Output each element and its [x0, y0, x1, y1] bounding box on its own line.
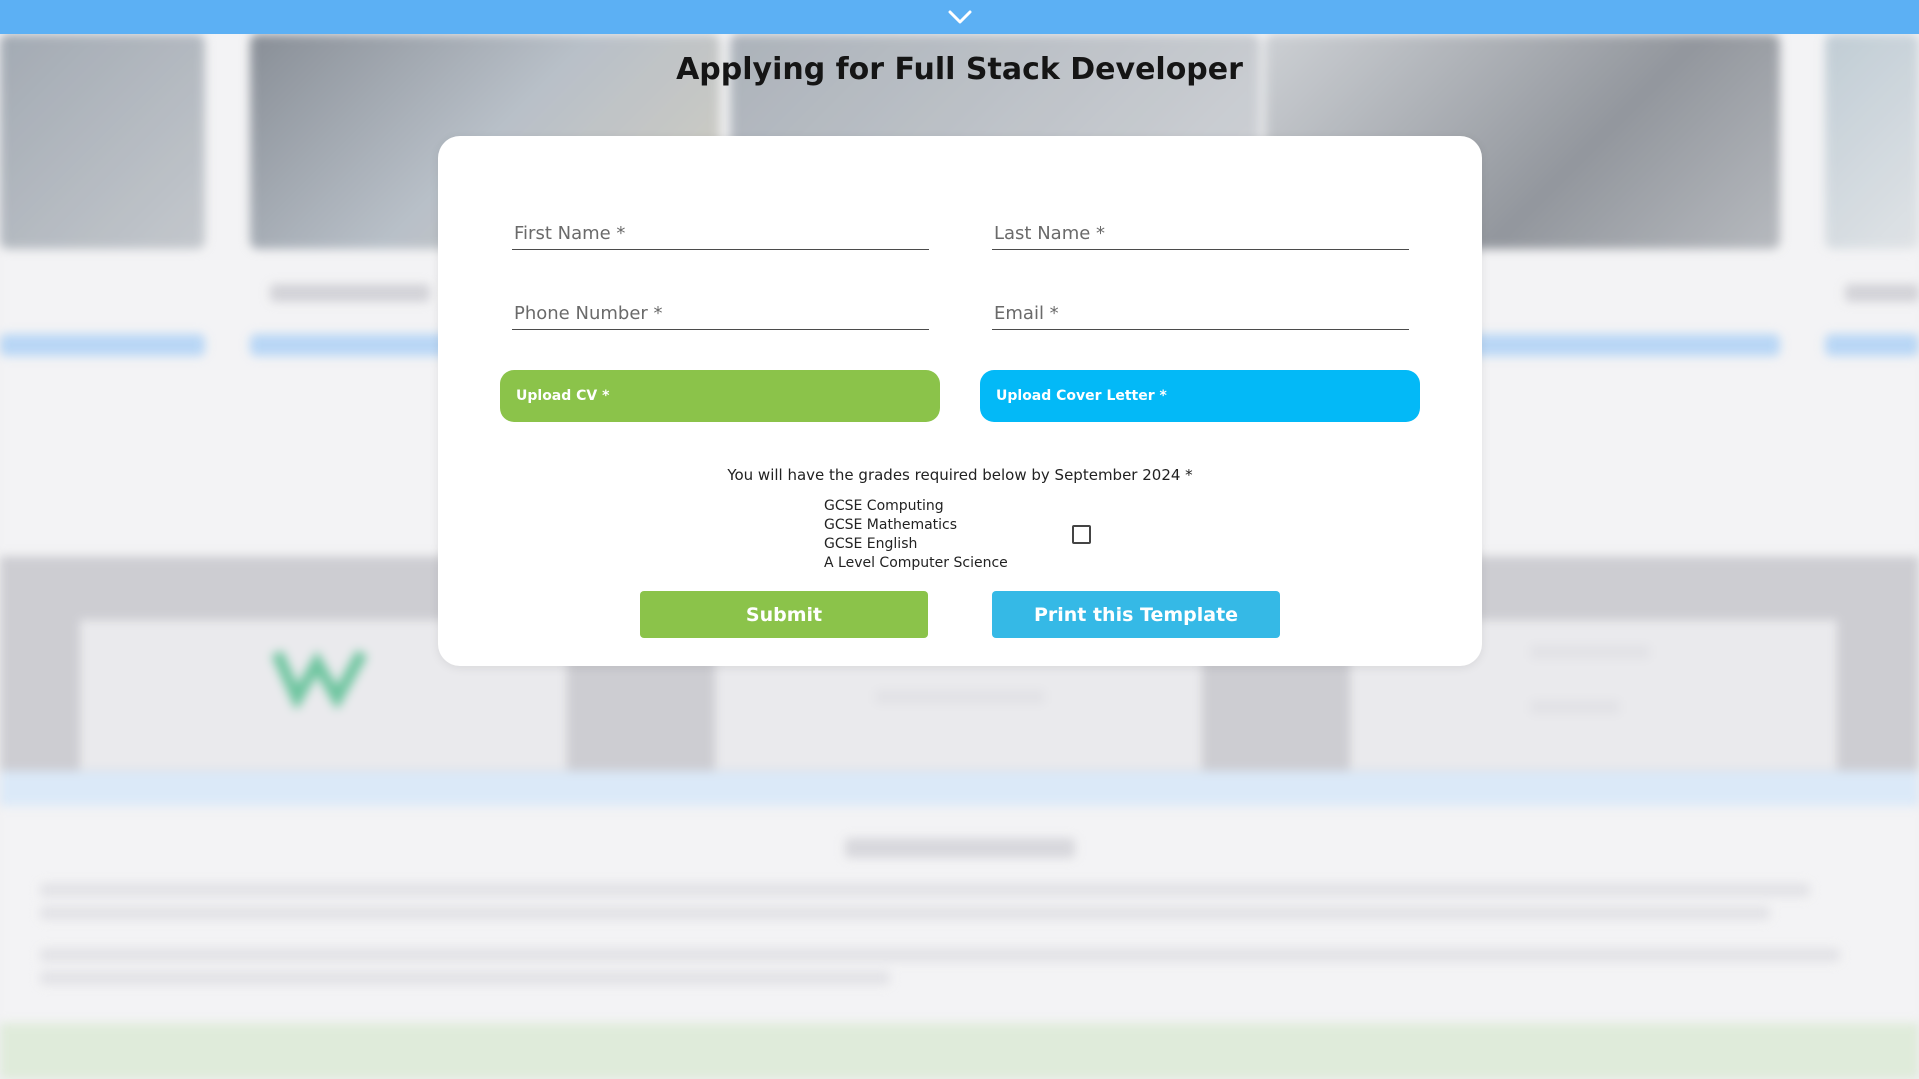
- grade-item: A Level Computer Science: [824, 555, 1008, 571]
- grades-list: GCSE Computing GCSE Mathematics GCSE Eng…: [824, 497, 1008, 573]
- phone-number-input[interactable]: [512, 290, 929, 329]
- grade-item: GCSE Computing: [824, 498, 944, 514]
- submit-button[interactable]: Submit: [640, 591, 928, 638]
- application-form-modal: Upload CV * Upload Cover Letter * You wi…: [438, 136, 1482, 666]
- top-bar: [0, 0, 1919, 34]
- page-title: Applying for Full Stack Developer: [676, 52, 1243, 87]
- email-field: [992, 290, 1409, 330]
- phone-number-field: [512, 290, 929, 330]
- upload-cover-letter-button[interactable]: Upload Cover Letter *: [980, 370, 1420, 422]
- grade-item: GCSE Mathematics: [824, 517, 958, 533]
- first-name-input[interactable]: [512, 210, 929, 249]
- last-name-field: [992, 210, 1409, 250]
- grade-item: GCSE English: [824, 536, 918, 552]
- first-name-field: [512, 210, 929, 250]
- last-name-input[interactable]: [992, 210, 1409, 249]
- upload-cv-button[interactable]: Upload CV *: [500, 370, 940, 422]
- grades-confirm-checkbox[interactable]: [1072, 525, 1091, 544]
- print-template-button[interactable]: Print this Template: [992, 591, 1280, 638]
- chevron-down-icon[interactable]: [948, 9, 972, 25]
- email-input[interactable]: [992, 290, 1409, 329]
- grades-requirement-label: You will have the grades required below …: [727, 466, 1193, 484]
